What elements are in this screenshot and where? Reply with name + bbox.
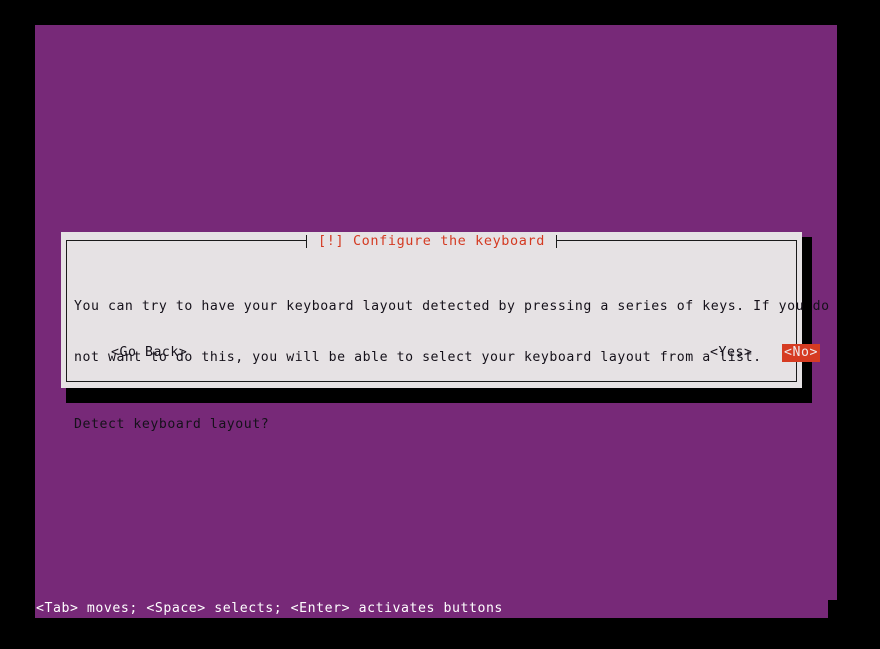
configure-keyboard-dialog: [!] Configure the keyboard You can try t…	[61, 232, 829, 432]
yes-button[interactable]: <Yes>	[708, 344, 754, 362]
go-back-button[interactable]: <Go Back>	[109, 344, 189, 362]
dialog-description-line-1: You can try to have your keyboard layout…	[74, 299, 830, 314]
dialog-description: You can try to have your keyboard layout…	[74, 264, 830, 400]
dialog-button-row: <Go Back> <Yes> <No>	[74, 344, 820, 362]
screen: [!] Configure the keyboard You can try t…	[0, 0, 880, 649]
no-button[interactable]: <No>	[782, 344, 820, 362]
dialog-question: Detect keyboard layout?	[74, 417, 270, 432]
keyboard-help-bar: <Tab> moves; <Space> selects; <Enter> ac…	[36, 601, 503, 616]
